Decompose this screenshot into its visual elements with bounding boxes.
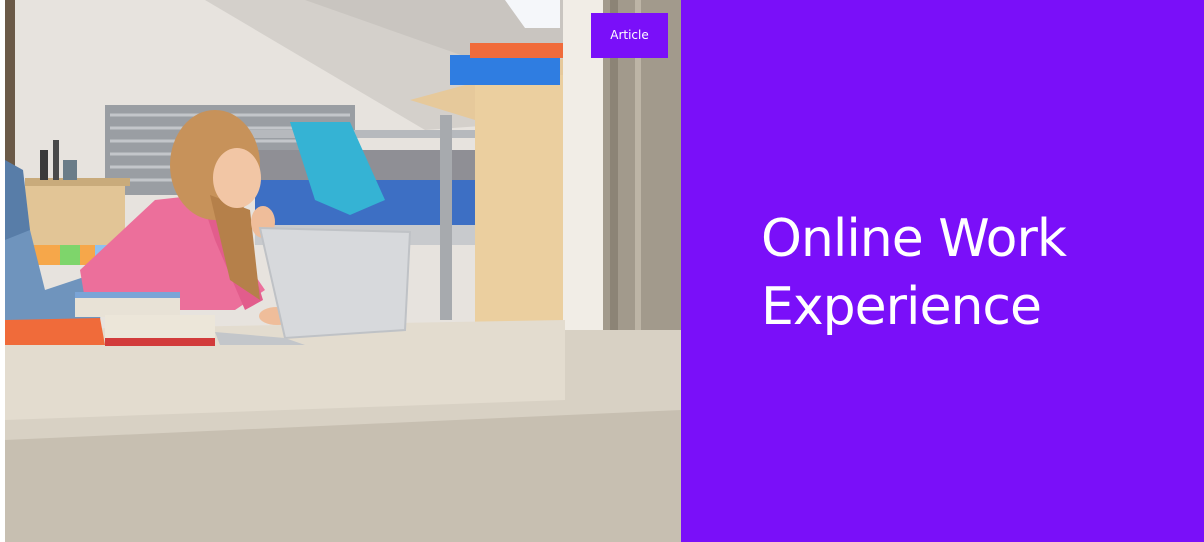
article-badge[interactable]: Article [591, 13, 668, 58]
card-title[interactable]: Online Work Experience [761, 205, 1181, 341]
hero-image [5, 0, 681, 542]
hero-photo-illustration [5, 0, 681, 542]
title-panel: Online Work Experience [681, 0, 1204, 542]
article-card[interactable]: Article Online Work Experience [0, 0, 1204, 542]
